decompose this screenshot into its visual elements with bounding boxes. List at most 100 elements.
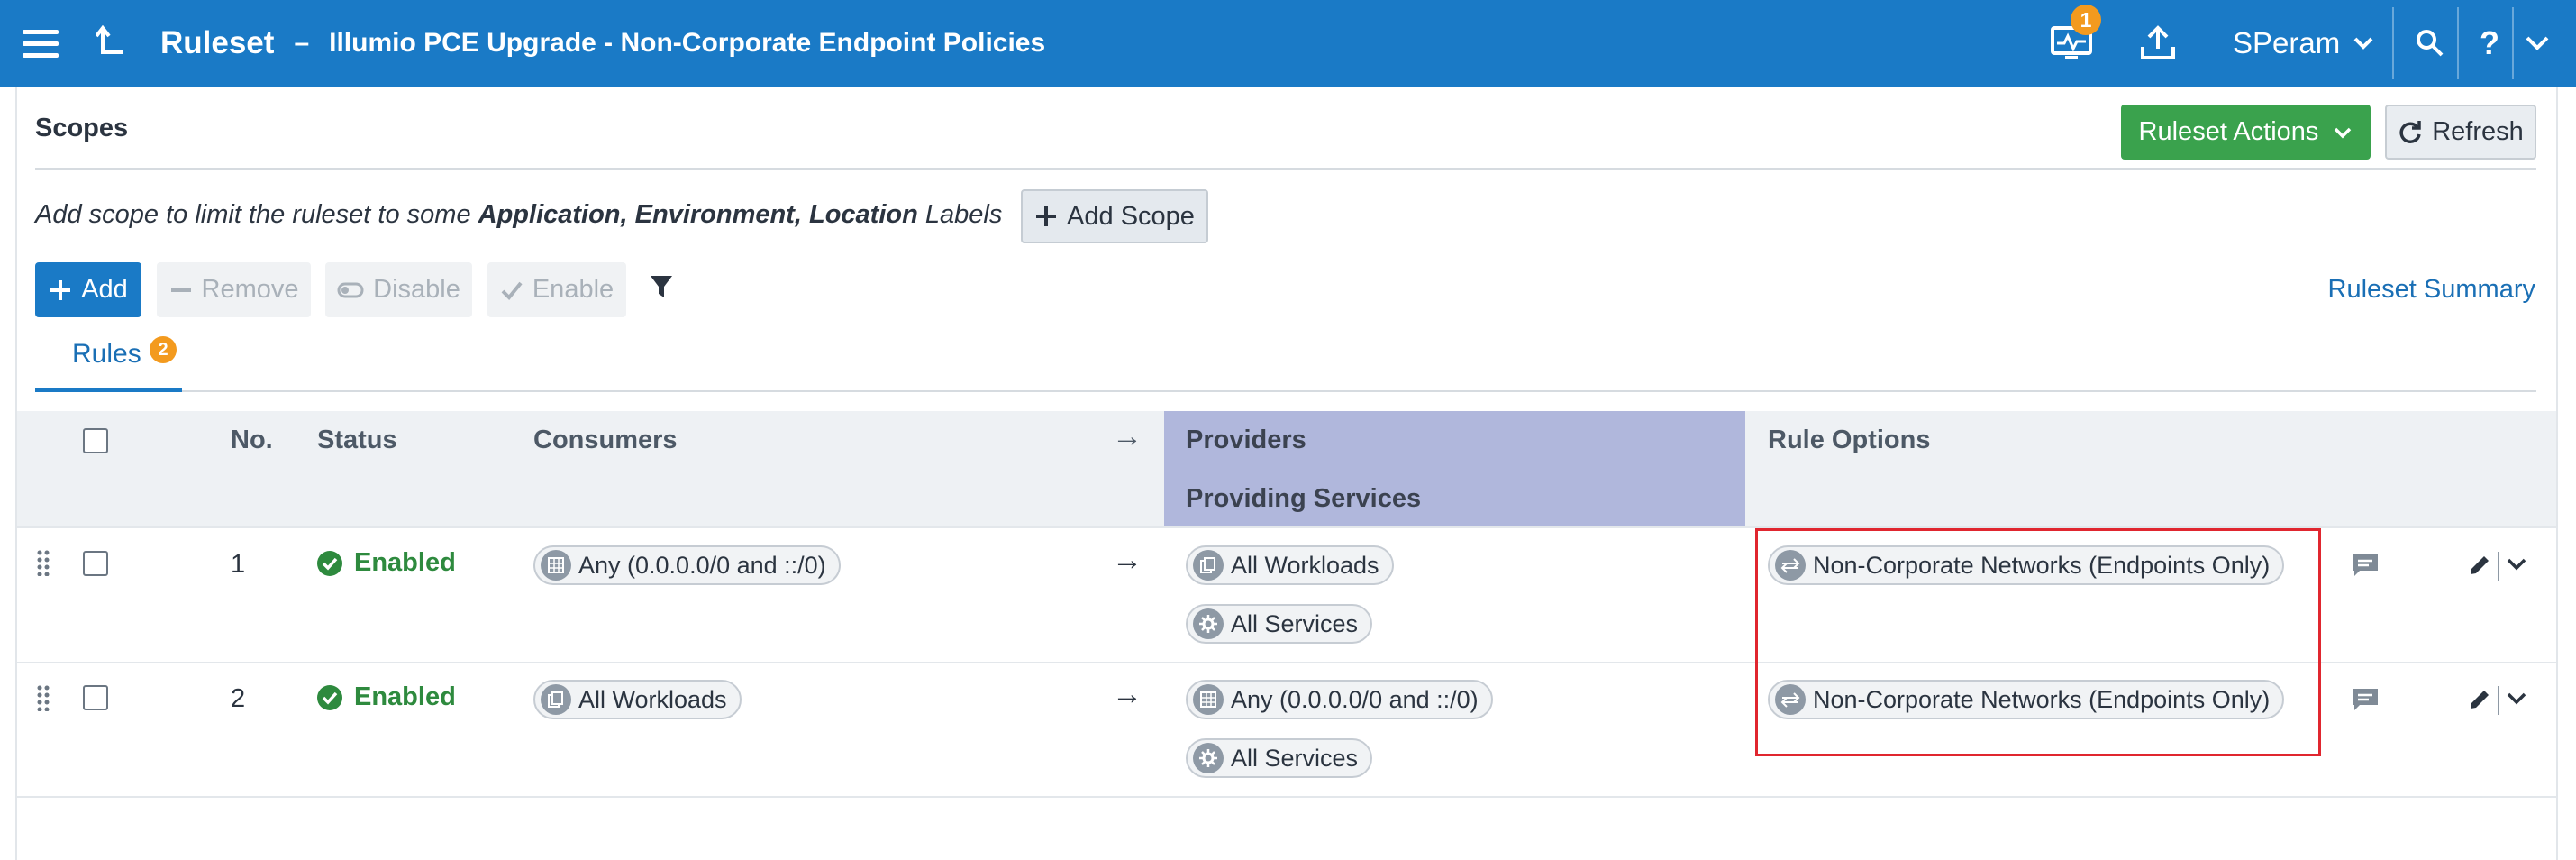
- minus-icon: [170, 288, 191, 292]
- pencil-icon[interactable]: [2467, 553, 2492, 582]
- check-icon: [501, 281, 523, 300]
- user-name: SPeram: [2233, 26, 2341, 59]
- row-checkbox[interactable]: [83, 685, 108, 710]
- top-navigation-bar: Ruleset – Illumio PCE Upgrade - Non-Corp…: [0, 0, 2576, 87]
- ip-list-icon: [1193, 684, 1224, 715]
- chevron-down-icon[interactable]: [2506, 691, 2527, 710]
- tab-rules[interactable]: Rules: [72, 339, 141, 370]
- up-arrow-icon[interactable]: [96, 0, 126, 87]
- scopes-divider: [35, 168, 2536, 170]
- consumer-pill[interactable]: Any (0.0.0.0/0 and ::/0): [533, 545, 841, 585]
- chevron-down-icon[interactable]: [2525, 0, 2550, 87]
- header-divider: [2392, 7, 2394, 79]
- disable-button[interactable]: Disable: [325, 262, 472, 317]
- hamburger-icon[interactable]: [22, 0, 59, 87]
- provider-pill[interactable]: Any (0.0.0.0/0 and ::/0): [1186, 680, 1493, 719]
- status-badge: Enabled: [316, 548, 456, 578]
- row-checkbox[interactable]: [83, 551, 108, 576]
- rule-number: 1: [231, 550, 246, 579]
- refresh-icon: [2399, 120, 2421, 143]
- check-circle-icon: [317, 550, 342, 576]
- row-divider: [17, 796, 2556, 798]
- workloads-icon: [541, 684, 571, 715]
- header-providers: Providers: [1186, 425, 1306, 454]
- enable-label: Enable: [532, 275, 614, 304]
- drag-handle-icon[interactable]: [36, 684, 50, 716]
- chevron-down-icon: [2335, 127, 2352, 138]
- ruleset-actions-button[interactable]: Ruleset Actions: [2121, 105, 2371, 160]
- notification-badge: 1: [2071, 5, 2101, 35]
- status-badge: Enabled: [316, 682, 456, 712]
- services-gear-icon: [1193, 608, 1224, 639]
- header-no: No.: [231, 425, 273, 454]
- refresh-button[interactable]: Refresh: [2385, 105, 2536, 160]
- header-consumers: Consumers: [533, 425, 678, 454]
- scope-hint-labels: Application, Environment, Location: [478, 200, 918, 229]
- plus-icon: [50, 279, 71, 300]
- ruleset-summary-link[interactable]: Ruleset Summary: [2328, 275, 2535, 305]
- chevron-down-icon: [2353, 37, 2373, 50]
- action-divider: [2498, 552, 2499, 581]
- workloads-icon: [1193, 550, 1224, 581]
- ip-list-icon: [541, 550, 571, 581]
- help-icon[interactable]: ?: [2480, 0, 2499, 87]
- consumer-label: All Workloads: [578, 685, 727, 713]
- service-pill[interactable]: All Services: [1186, 604, 1373, 644]
- provider-label: All Workloads: [1231, 551, 1379, 579]
- panel-border-right: [2556, 87, 2558, 860]
- title-separator: –: [294, 28, 310, 58]
- service-label: All Services: [1231, 609, 1359, 637]
- add-label: Add: [81, 275, 128, 304]
- services-gear-icon: [1193, 743, 1224, 773]
- header-status: Status: [317, 425, 397, 454]
- plus-icon: [1036, 206, 1057, 226]
- drag-handle-icon[interactable]: [36, 549, 50, 581]
- consumer-pill[interactable]: All Workloads: [533, 680, 742, 719]
- action-divider: [2498, 686, 2499, 715]
- consumer-label: Any (0.0.0.0/0 and ::/0): [578, 551, 826, 579]
- scope-hint-prefix: Add scope to limit the ruleset to some: [35, 200, 478, 229]
- add-scope-label: Add Scope: [1067, 201, 1195, 231]
- comment-icon[interactable]: [2350, 552, 2380, 583]
- header-divider: [2512, 7, 2514, 79]
- service-label: All Services: [1231, 744, 1359, 772]
- page-subtitle: Illumio PCE Upgrade - Non-Corporate Endp…: [329, 28, 1046, 58]
- header-providing-services: Providing Services: [1186, 484, 1422, 513]
- refresh-label: Refresh: [2432, 117, 2524, 146]
- header-divider: [2457, 7, 2459, 79]
- upload-icon[interactable]: [2139, 0, 2177, 87]
- row-arrow: →: [1112, 543, 1142, 577]
- chevron-down-icon[interactable]: [2506, 557, 2527, 576]
- scopes-title: Scopes: [35, 114, 129, 142]
- header-arrow: →: [1112, 419, 1142, 453]
- filter-icon[interactable]: [649, 273, 674, 305]
- pencil-icon[interactable]: [2467, 687, 2492, 717]
- add-scope-button[interactable]: Add Scope: [1021, 189, 1208, 243]
- comment-icon[interactable]: [2350, 686, 2380, 718]
- provider-label: Any (0.0.0.0/0 and ::/0): [1231, 685, 1479, 713]
- user-menu[interactable]: SPeram: [2233, 0, 2374, 87]
- scope-hint-suffix: Labels: [917, 200, 1003, 229]
- search-icon[interactable]: [2415, 0, 2445, 87]
- rules-count-badge: 2: [150, 336, 177, 363]
- scope-hint: Add scope to limit the ruleset to some A…: [35, 200, 1002, 230]
- select-all-checkbox[interactable]: [83, 428, 108, 453]
- remove-button[interactable]: Remove: [157, 262, 311, 317]
- active-tab-indicator: [35, 388, 182, 392]
- rule-number: 2: [231, 684, 246, 713]
- status-label: Enabled: [354, 682, 456, 711]
- rule-options-highlight: [1755, 528, 2321, 756]
- service-pill[interactable]: All Services: [1186, 738, 1373, 778]
- status-label: Enabled: [354, 548, 456, 577]
- row-arrow: →: [1112, 677, 1142, 711]
- remove-label: Remove: [201, 275, 299, 304]
- provider-pill[interactable]: All Workloads: [1186, 545, 1394, 585]
- toggle-icon: [337, 282, 364, 297]
- check-circle-icon: [317, 684, 342, 710]
- tabs-divider: [35, 390, 2536, 392]
- add-rule-button[interactable]: Add: [35, 262, 141, 317]
- enable-button[interactable]: Enable: [487, 262, 626, 317]
- ruleset-actions-label: Ruleset Actions: [2138, 117, 2319, 146]
- page-title-group: Ruleset – Illumio PCE Upgrade - Non-Corp…: [160, 0, 1045, 87]
- disable-label: Disable: [373, 275, 460, 304]
